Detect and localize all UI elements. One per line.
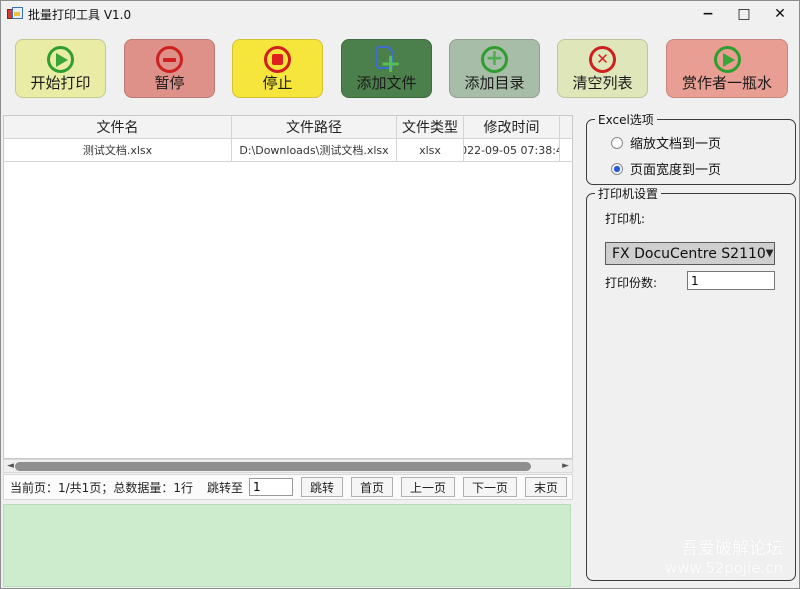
add-directory-label: 添加目录	[464, 76, 524, 91]
horizontal-scrollbar[interactable]: ◄ ►	[3, 459, 573, 473]
cell-status: 未打印	[560, 139, 573, 162]
column-header-status[interactable]: 状态	[560, 116, 573, 139]
title-bar: 批量打印工具 V1.0 − □ ✕	[1, 1, 799, 27]
excel-options-title: Excel选项	[595, 111, 657, 128]
radio-option-fit-width-one-page[interactable]: 页面宽度到一页	[611, 159, 795, 178]
cell-modified: 2022-09-05 07:38:43	[464, 139, 560, 162]
app-window: 批量打印工具 V1.0 − □ ✕ 开始打印 暂停 停止 + 添加文件 + 添加…	[0, 0, 800, 589]
minimize-button[interactable]: −	[697, 4, 719, 24]
cell-filetype: xlsx	[397, 139, 464, 162]
printer-settings-title: 打印机设置	[595, 185, 661, 202]
scroll-right-arrow-icon[interactable]: ►	[562, 461, 569, 472]
reward-author-label: 赏作者一瓶水	[682, 76, 772, 91]
add-file-button[interactable]: + 添加文件	[341, 39, 432, 98]
stop-button[interactable]: 停止	[232, 39, 323, 98]
first-page-button[interactable]: 首页	[351, 477, 393, 497]
watermark: 吾爱破解论坛 www.52pojie.cn	[665, 539, 783, 577]
add-directory-button[interactable]: + 添加目录	[449, 39, 540, 98]
reward-author-button[interactable]: 赏作者一瓶水	[666, 39, 788, 98]
stop-label: 停止	[262, 76, 292, 91]
printer-label: 打印机:	[605, 210, 645, 227]
table-header-row: 文件名 文件路径 文件类型 修改时间 状态	[4, 116, 573, 139]
file-table: 文件名 文件路径 文件类型 修改时间 状态 测试文档.xlsx D:\Downl…	[3, 115, 573, 459]
play-circle-icon	[714, 46, 741, 73]
watermark-line1: 吾爱破解论坛	[665, 539, 783, 559]
jump-to-label: 跳转至	[207, 479, 243, 496]
column-header-filepath[interactable]: 文件路径	[232, 116, 397, 139]
printer-settings-group: 打印机设置 打印机: FX DocuCentre S2110 ▼ 打印份数:	[586, 193, 796, 581]
next-page-button[interactable]: 下一页	[463, 477, 517, 497]
app-icon	[7, 6, 23, 22]
jump-page-input[interactable]	[249, 478, 293, 496]
page-status-text: 当前页：1/共1页；总数据量：1行	[10, 479, 193, 496]
radio-icon[interactable]	[611, 137, 623, 149]
pause-button[interactable]: 暂停	[124, 39, 215, 98]
file-plus-icon: +	[374, 46, 400, 73]
log-panel	[3, 504, 571, 587]
clear-circle-icon: ✕	[589, 46, 616, 73]
pause-label: 暂停	[154, 76, 184, 91]
column-header-filename[interactable]: 文件名	[4, 116, 232, 139]
column-header-modified[interactable]: 修改时间	[464, 116, 560, 139]
printer-dropdown-value: FX DocuCentre S2110	[612, 246, 766, 262]
stop-circle-icon	[264, 46, 291, 73]
plus-circle-icon: +	[481, 46, 508, 73]
excel-options-group: Excel选项 缩放文档到一页 页面宽度到一页	[586, 119, 796, 185]
start-print-button[interactable]: 开始打印	[15, 39, 106, 98]
last-page-button[interactable]: 末页	[525, 477, 567, 497]
printer-dropdown[interactable]: FX DocuCentre S2110 ▼	[605, 242, 775, 265]
cell-filename: 测试文档.xlsx	[4, 139, 232, 162]
clear-list-label: 清空列表	[572, 76, 632, 91]
maximize-button[interactable]: □	[733, 4, 755, 24]
pause-circle-icon	[156, 46, 183, 73]
table-row[interactable]: 测试文档.xlsx D:\Downloads\测试文档.xlsx xlsx 20…	[4, 139, 573, 162]
column-header-filetype[interactable]: 文件类型	[397, 116, 464, 139]
chevron-down-icon: ▼	[766, 248, 774, 259]
close-button[interactable]: ✕	[769, 4, 791, 24]
scrollbar-thumb[interactable]	[15, 462, 531, 471]
radio-label: 页面宽度到一页	[630, 159, 721, 178]
jump-button[interactable]: 跳转	[301, 477, 343, 497]
start-print-label: 开始打印	[30, 76, 90, 91]
radio-option-scale-to-one-page[interactable]: 缩放文档到一页	[611, 133, 795, 152]
cell-filepath: D:\Downloads\测试文档.xlsx	[232, 139, 397, 162]
radio-label: 缩放文档到一页	[630, 133, 721, 152]
pagination-bar: 当前页：1/共1页；总数据量：1行 跳转至 跳转 首页 上一页 下一页 末页	[3, 474, 573, 500]
scroll-left-arrow-icon[interactable]: ◄	[7, 461, 14, 472]
clear-list-button[interactable]: ✕ 清空列表	[557, 39, 648, 98]
copies-input[interactable]	[687, 271, 775, 290]
prev-page-button[interactable]: 上一页	[401, 477, 455, 497]
copies-label: 打印份数:	[605, 274, 657, 291]
window-title: 批量打印工具 V1.0	[28, 6, 131, 23]
radio-selected-icon[interactable]	[611, 163, 623, 175]
play-circle-icon	[47, 46, 74, 73]
watermark-line2: www.52pojie.cn	[665, 559, 783, 577]
